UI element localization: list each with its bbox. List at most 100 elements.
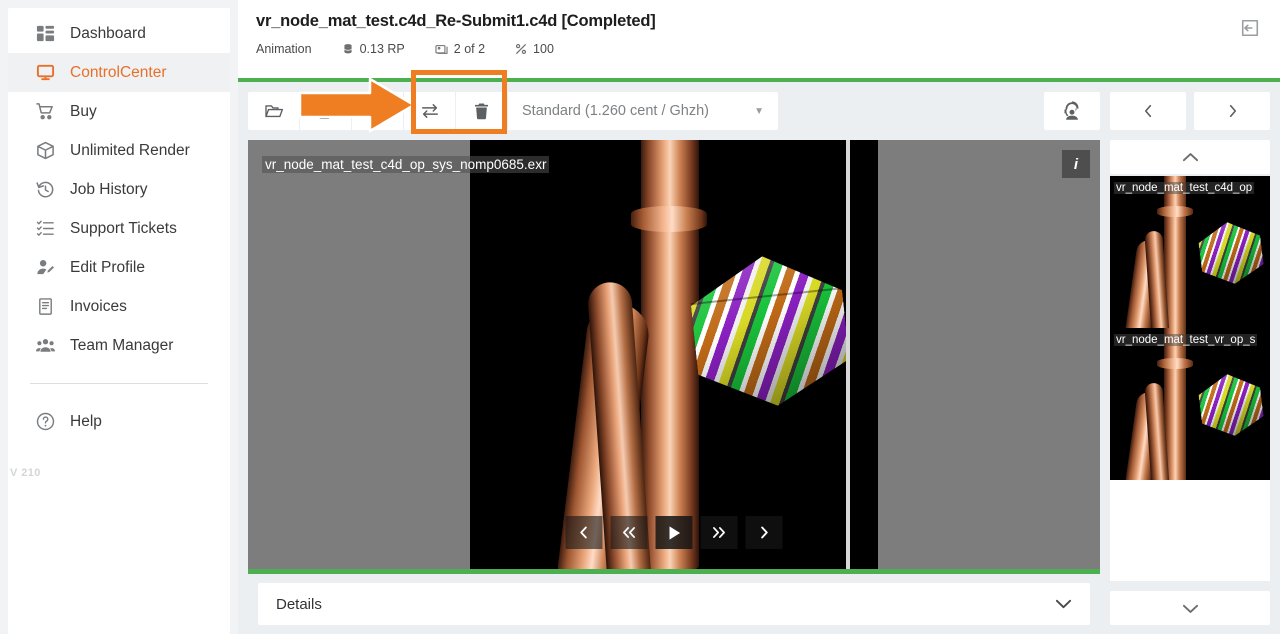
- frame-nav: [1110, 92, 1270, 130]
- chevron-down-icon: ▼: [754, 105, 764, 117]
- thumb-collar: [1157, 206, 1194, 218]
- sidebar-item-controlcenter[interactable]: ControlCenter: [8, 53, 230, 92]
- sidebar-item-label: Help: [70, 412, 102, 430]
- dashboard-icon: [36, 24, 70, 43]
- main-area: vr_node_mat_test.c4d_Re-Submit1.c4d [Com…: [238, 0, 1280, 634]
- checklist-icon: [36, 219, 70, 238]
- thumbnail-preview: [1110, 328, 1270, 480]
- meta-job-type: Animation: [256, 42, 312, 56]
- meta-label: 0.13 RP: [359, 42, 405, 56]
- shopping-cart-icon: [36, 102, 70, 121]
- sidebar-item-help[interactable]: Help: [8, 402, 230, 441]
- image-viewer[interactable]: vr_node_mat_test_c4d_op_sys_nomp0685.exr…: [248, 140, 1100, 574]
- monitor-icon: [36, 63, 70, 82]
- thumbnail-label: vr_node_mat_test_vr_op_s: [1114, 334, 1258, 346]
- sidebar-item-label: Job History: [70, 180, 148, 198]
- info-icon[interactable]: i: [1062, 150, 1090, 178]
- sidebar-item-label: Buy: [70, 102, 97, 120]
- collapse-panel-icon[interactable]: [1236, 14, 1264, 42]
- thumb-cube: [1196, 218, 1265, 287]
- previous-frame-button[interactable]: [1110, 92, 1186, 130]
- thumb-collar: [1157, 358, 1194, 370]
- duplicate-button[interactable]: [300, 92, 352, 130]
- sidebar-item-label: Team Manager: [70, 336, 174, 354]
- thumb-cube-shading: [1196, 218, 1265, 287]
- sidebar-item-label: Edit Profile: [70, 258, 145, 276]
- next-frame-button[interactable]: [1194, 92, 1270, 130]
- coins-icon: [342, 43, 354, 56]
- thumb-cube-shading: [1196, 370, 1265, 439]
- thumbnail-panel: vr_node_mat_test_c4d_op vr_node_mat_test…: [1110, 82, 1280, 634]
- viewer-stage: [248, 140, 1100, 569]
- chevron-down-icon: [1055, 598, 1072, 610]
- user-edit-icon: [36, 258, 70, 277]
- render-object-collar: [630, 206, 707, 233]
- details-label: Details: [276, 595, 322, 613]
- sidebar-item-edit-profile[interactable]: Edit Profile: [8, 248, 230, 287]
- render-mode-dropdown[interactable]: Standard (1.260 cent / Ghzh) ▼: [508, 92, 778, 130]
- thumb-cube: [1196, 370, 1265, 439]
- cube-shading: [687, 248, 854, 413]
- sidebar-item-support-tickets[interactable]: Support Tickets: [8, 209, 230, 248]
- sidebar-nav: Dashboard ControlCenter Buy Unlimited Re…: [8, 8, 230, 634]
- page-title: vr_node_mat_test.c4d_Re-Submit1.c4d [Com…: [256, 12, 656, 30]
- meta-label: Animation: [256, 42, 312, 56]
- center-column: Standard (1.260 cent / Ghzh) ▼ vr_node_m…: [238, 70, 1110, 634]
- sidebar-item-invoices[interactable]: Invoices: [8, 287, 230, 326]
- version-label: V 210: [10, 467, 41, 479]
- control-center-app: Dashboard ControlCenter Buy Unlimited Re…: [0, 0, 1280, 634]
- render-scene-3d: [470, 140, 879, 569]
- delete-button[interactable]: [456, 92, 508, 130]
- percent-icon: [515, 43, 527, 55]
- details-accordion[interactable]: Details: [258, 583, 1090, 625]
- step-forward-button[interactable]: [745, 516, 783, 549]
- sidebar-item-label: Unlimited Render: [70, 141, 190, 159]
- render-object-cube: [687, 248, 854, 413]
- transfer-button[interactable]: [404, 92, 456, 130]
- support-agent-button[interactable]: [1044, 92, 1100, 130]
- frame-filename-label: vr_node_mat_test_c4d_op_sys_nomp0685.exr: [262, 156, 550, 173]
- thumbnail-preview: [1110, 176, 1270, 328]
- thumbnails-scroll-down-button[interactable]: [1110, 591, 1270, 625]
- thumbnails-scroll-up-button[interactable]: [1110, 140, 1270, 174]
- history-clock-icon: [36, 180, 70, 199]
- meta-credits: 0.13 RP: [342, 42, 405, 56]
- team-icon: [36, 336, 70, 355]
- job-toolbar: Standard (1.260 cent / Ghzh) ▼: [248, 70, 1100, 134]
- box-icon: [36, 141, 70, 160]
- step-back-button[interactable]: [565, 516, 603, 549]
- sidebar-item-job-history[interactable]: Job History: [8, 170, 230, 209]
- render-object-cylinder: [641, 140, 700, 569]
- sidebar-item-unlimited-render[interactable]: Unlimited Render: [8, 131, 230, 170]
- restart-button[interactable]: [352, 92, 404, 130]
- sidebar-item-dashboard[interactable]: Dashboard: [8, 14, 230, 53]
- sidebar-divider: [30, 383, 208, 384]
- thumb-cylinder: [1164, 176, 1187, 328]
- content-area: Standard (1.260 cent / Ghzh) ▼ vr_node_m…: [238, 70, 1280, 634]
- sidebar: Dashboard ControlCenter Buy Unlimited Re…: [0, 0, 238, 634]
- job-meta-row: Animation 0.13 RP 2 of 2 100: [256, 42, 1262, 56]
- meta-label: 100: [533, 42, 554, 56]
- meta-label: 2 of 2: [453, 42, 486, 56]
- sidebar-item-label: Support Tickets: [70, 219, 177, 237]
- image-stack-icon: [435, 43, 448, 56]
- thumb-cylinder: [1164, 328, 1187, 480]
- fast-forward-button[interactable]: [700, 516, 738, 549]
- sidebar-item-buy[interactable]: Buy: [8, 92, 230, 131]
- thumbnail-item[interactable]: vr_node_mat_test_vr_op_s: [1110, 328, 1270, 480]
- open-folder-button[interactable]: [248, 92, 300, 130]
- sidebar-item-team-manager[interactable]: Team Manager: [8, 326, 230, 365]
- sidebar-item-label: Dashboard: [70, 24, 146, 42]
- rewind-button[interactable]: [610, 516, 648, 549]
- play-button[interactable]: [655, 516, 693, 549]
- dropdown-value: Standard (1.260 cent / Ghzh): [522, 103, 709, 119]
- playback-controls: [565, 516, 783, 549]
- job-header: vr_node_mat_test.c4d_Re-Submit1.c4d [Com…: [238, 0, 1280, 82]
- thumbnail-list[interactable]: vr_node_mat_test_c4d_op vr_node_mat_test…: [1110, 176, 1270, 581]
- invoice-icon: [36, 297, 70, 316]
- thumbnail-item[interactable]: vr_node_mat_test_c4d_op: [1110, 176, 1270, 328]
- meta-progress: 100: [515, 42, 554, 56]
- render-guide-line: [846, 140, 851, 569]
- rendered-frame: [469, 140, 879, 569]
- meta-frames: 2 of 2: [435, 42, 485, 56]
